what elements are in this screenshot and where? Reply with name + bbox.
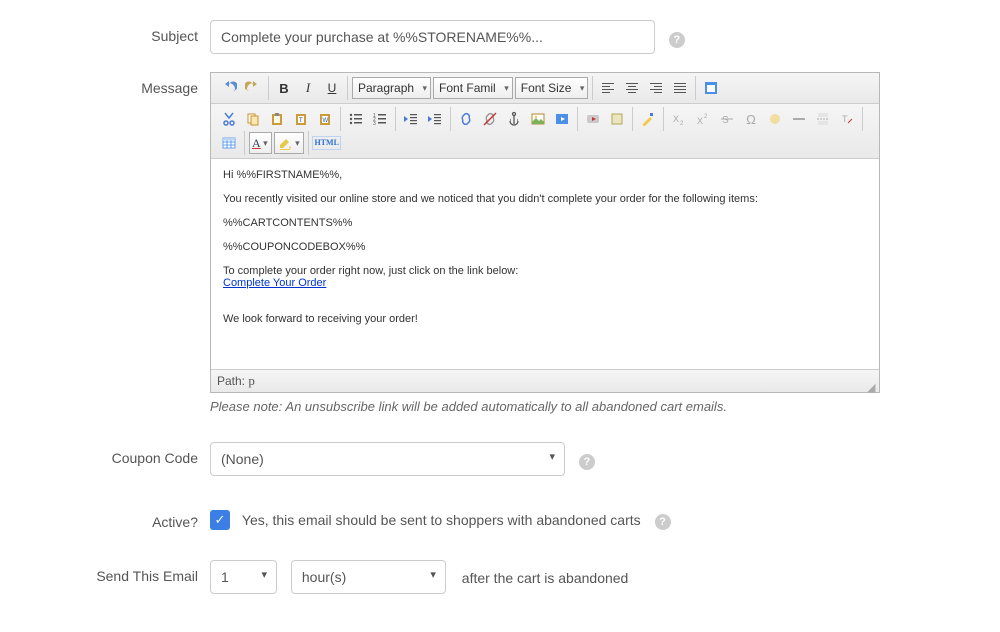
editor-path-value[interactable]: p xyxy=(248,373,255,388)
email-cta: To complete your order right now, just c… xyxy=(223,265,867,289)
removeformat-button[interactable]: T xyxy=(836,108,858,130)
active-text: Yes, this email should be sent to shoppe… xyxy=(242,512,641,528)
svg-text:W: W xyxy=(323,118,329,124)
email-greeting: Hi %%FIRSTNAME%%, xyxy=(223,169,867,181)
coupon-label: Coupon Code xyxy=(0,442,210,466)
align-right-button[interactable] xyxy=(645,77,667,99)
coupon-row: Coupon Code (None) ? xyxy=(0,442,1000,476)
editor-toolbar-row1: B I U Paragraph Font Famil Font Size xyxy=(211,73,879,104)
send-field: 1 hour(s) after the cart is abandoned xyxy=(210,560,628,594)
send-qty-select[interactable]: 1 xyxy=(210,560,277,594)
svg-text:2: 2 xyxy=(704,114,708,120)
fullscreen-button[interactable] xyxy=(700,77,722,99)
svg-text:2: 2 xyxy=(680,121,684,127)
cleanup-button[interactable] xyxy=(637,108,659,130)
paste-word-button[interactable]: W xyxy=(314,108,336,130)
underline-button[interactable]: U xyxy=(321,77,343,99)
sub-button[interactable]: X2 xyxy=(668,108,690,130)
active-row: Active? ✓ Yes, this email should be sent… xyxy=(0,506,1000,530)
svg-text:T: T xyxy=(299,118,303,124)
email-coupon-token: %%COUPONCODEBOX%% xyxy=(223,241,867,253)
send-suffix: after the cart is abandoned xyxy=(462,570,629,586)
widget-button[interactable] xyxy=(606,108,628,130)
block-format-select[interactable]: Paragraph xyxy=(352,77,431,99)
undo-button[interactable] xyxy=(218,77,240,99)
message-field: B I U Paragraph Font Famil Font Size xyxy=(210,72,880,414)
unordered-list-button[interactable] xyxy=(345,108,367,130)
pagebreak-button[interactable] xyxy=(812,108,834,130)
align-left-button[interactable] xyxy=(597,77,619,99)
email-closing: We look forward to receiving your order! xyxy=(223,313,867,325)
media-button[interactable] xyxy=(551,108,573,130)
align-center-button[interactable] xyxy=(621,77,643,99)
anchor-button[interactable] xyxy=(503,108,525,130)
subject-label: Subject xyxy=(0,20,210,44)
subject-field: ? xyxy=(210,20,685,54)
editor-toolbar-row2: T W 123 xyxy=(211,104,879,159)
italic-button[interactable]: I xyxy=(297,77,319,99)
bold-button[interactable]: B xyxy=(273,77,295,99)
emoticons-button[interactable] xyxy=(764,108,786,130)
rich-text-editor: B I U Paragraph Font Famil Font Size xyxy=(210,72,880,393)
svg-text:S: S xyxy=(722,115,729,126)
cut-button[interactable] xyxy=(218,108,240,130)
message-label: Message xyxy=(0,72,210,96)
font-family-select[interactable]: Font Famil xyxy=(433,77,513,99)
copy-button[interactable] xyxy=(242,108,264,130)
align-justify-button[interactable] xyxy=(669,77,691,99)
coupon-field: (None) ? xyxy=(210,442,595,476)
email-cart-token: %%CARTCONTENTS%% xyxy=(223,217,867,229)
coupon-select[interactable]: (None) xyxy=(210,442,565,476)
editor-content[interactable]: Hi %%FIRSTNAME%%, You recently visited o… xyxy=(211,159,879,369)
help-icon[interactable]: ? xyxy=(579,454,595,470)
hr-button[interactable] xyxy=(788,108,810,130)
paste-text-button[interactable]: T xyxy=(290,108,312,130)
active-label: Active? xyxy=(0,506,210,530)
editor-path-bar: Path: p ◢ xyxy=(211,369,879,392)
font-size-select[interactable]: Font Size xyxy=(515,77,589,99)
svg-text:X: X xyxy=(697,116,703,126)
redo-button[interactable] xyxy=(242,77,264,99)
strike-button[interactable]: S xyxy=(716,108,738,130)
help-icon[interactable]: ? xyxy=(669,32,685,48)
active-checkbox[interactable]: ✓ xyxy=(210,510,230,530)
email-line1: You recently visited our online store an… xyxy=(223,193,867,205)
backcolor-button[interactable] xyxy=(274,132,304,154)
subject-input[interactable] xyxy=(210,20,655,54)
subject-row: Subject ? xyxy=(0,20,1000,54)
outdent-button[interactable] xyxy=(400,108,422,130)
table-button[interactable] xyxy=(218,132,240,154)
help-icon[interactable]: ? xyxy=(655,514,671,530)
indent-button[interactable] xyxy=(424,108,446,130)
message-row: Message B I U Paragraph Font Famil Font … xyxy=(0,72,1000,414)
active-field: ✓ Yes, this email should be sent to shop… xyxy=(210,506,671,530)
charmap-button[interactable]: Ω xyxy=(740,108,762,130)
image-button[interactable] xyxy=(527,108,549,130)
html-source-button[interactable]: HTML xyxy=(313,132,341,154)
unsubscribe-note: Please note: An unsubscribe link will be… xyxy=(210,399,880,414)
resize-handle-icon[interactable]: ◢ xyxy=(867,381,877,391)
svg-text:T: T xyxy=(842,114,848,124)
send-label: Send This Email xyxy=(0,560,210,584)
complete-order-link[interactable]: Complete Your Order xyxy=(223,277,326,289)
send-unit-select[interactable]: hour(s) xyxy=(291,560,446,594)
ordered-list-button[interactable]: 123 xyxy=(369,108,391,130)
forecolor-button[interactable]: A xyxy=(249,132,272,154)
link-button[interactable] xyxy=(455,108,477,130)
unlink-button[interactable] xyxy=(479,108,501,130)
youtube-button[interactable] xyxy=(582,108,604,130)
send-row: Send This Email 1 hour(s) after the cart… xyxy=(0,560,1000,594)
svg-text:X: X xyxy=(673,114,679,124)
paste-button[interactable] xyxy=(266,108,288,130)
sup-button[interactable]: X2 xyxy=(692,108,714,130)
svg-text:3: 3 xyxy=(373,121,376,127)
